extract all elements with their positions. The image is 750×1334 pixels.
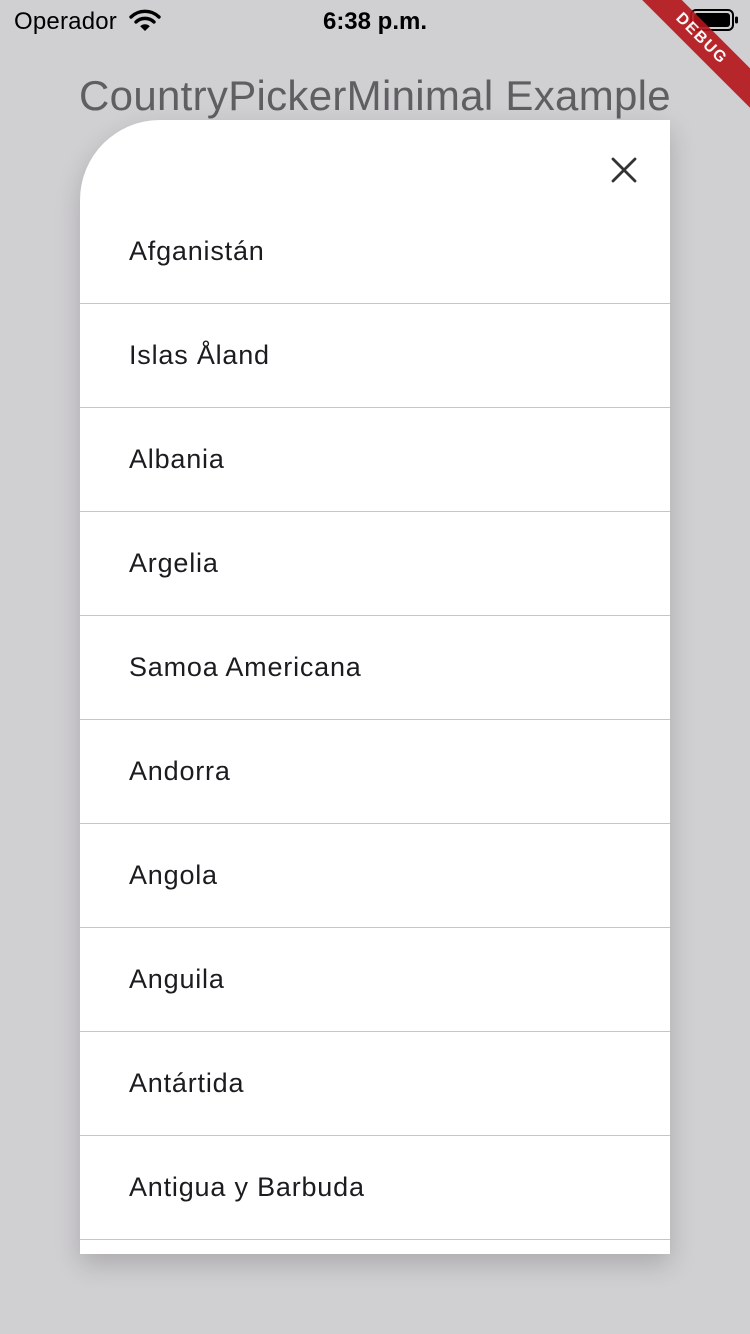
country-name: Albania bbox=[129, 444, 225, 474]
close-button[interactable] bbox=[602, 148, 646, 192]
country-item-angola[interactable]: Angola bbox=[80, 824, 670, 928]
country-item-andorra[interactable]: Andorra bbox=[80, 720, 670, 824]
status-time: 6:38 p.m. bbox=[322, 8, 428, 35]
country-name: Anguila bbox=[129, 964, 225, 994]
country-name: Samoa Americana bbox=[129, 652, 362, 682]
status-bar: Operador 6:38 p.m. bbox=[0, 0, 750, 42]
country-name: Andorra bbox=[129, 756, 231, 786]
country-name: Islas Åland bbox=[129, 340, 270, 370]
country-item-albania[interactable]: Albania bbox=[80, 408, 670, 512]
country-name: Afganistán bbox=[129, 236, 265, 266]
close-icon bbox=[602, 148, 646, 192]
country-item-samoa-americana[interactable]: Samoa Americana bbox=[80, 616, 670, 720]
app-title: CountryPickerMinimal Example bbox=[79, 72, 671, 119]
country-item-afganistan[interactable]: Afganistán bbox=[80, 200, 670, 304]
country-item-antartida[interactable]: Antártida bbox=[80, 1032, 670, 1136]
country-picker-sheet: Afganistán Islas Åland Albania Argelia S… bbox=[80, 120, 670, 1254]
country-name: Antártida bbox=[129, 1068, 245, 1098]
country-item-argelia[interactable]: Argelia bbox=[80, 512, 670, 616]
country-item-antigua-y-barbuda[interactable]: Antigua y Barbuda bbox=[80, 1136, 670, 1240]
country-name: Argelia bbox=[129, 548, 219, 578]
country-item-partial[interactable] bbox=[80, 1240, 670, 1254]
country-list: Afganistán Islas Åland Albania Argelia S… bbox=[80, 200, 670, 1254]
battery-icon bbox=[690, 8, 740, 32]
country-name: Angola bbox=[129, 860, 218, 890]
country-item-anguila[interactable]: Anguila bbox=[80, 928, 670, 1032]
country-item-islas-aland[interactable]: Islas Åland bbox=[80, 304, 670, 408]
country-name: Antigua y Barbuda bbox=[129, 1172, 365, 1202]
